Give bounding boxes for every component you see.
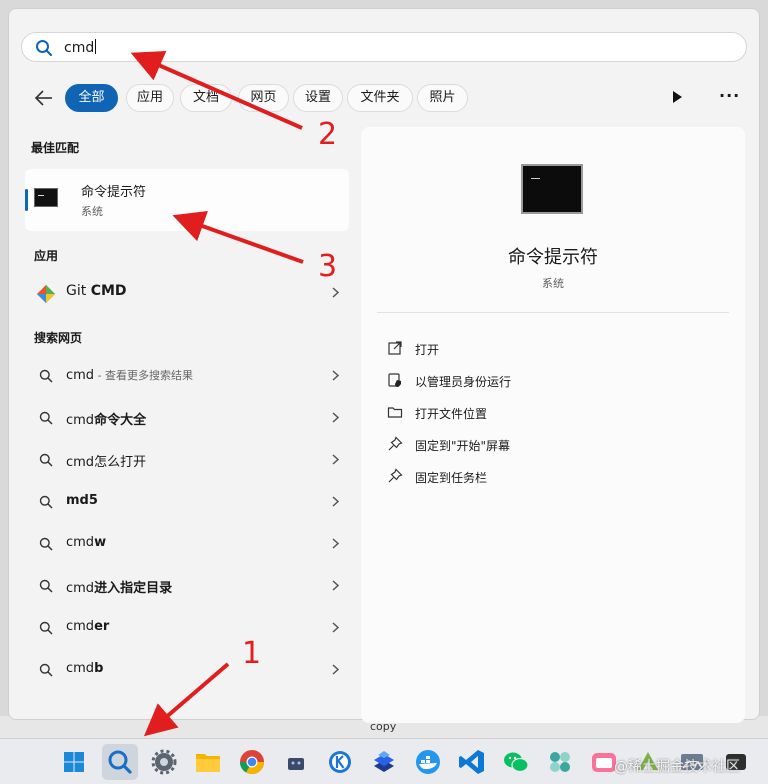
- annotation-arrows: [130, 50, 304, 737]
- arrow-to-taskbar-search: [143, 662, 230, 737]
- arrow-to-search-box: [130, 50, 303, 130]
- annotation-number-3: 3: [318, 249, 338, 284]
- annotation-number-1: 1: [242, 636, 262, 671]
- arrow-to-best-match: [172, 211, 304, 264]
- annotation-number-2: 2: [318, 117, 338, 152]
